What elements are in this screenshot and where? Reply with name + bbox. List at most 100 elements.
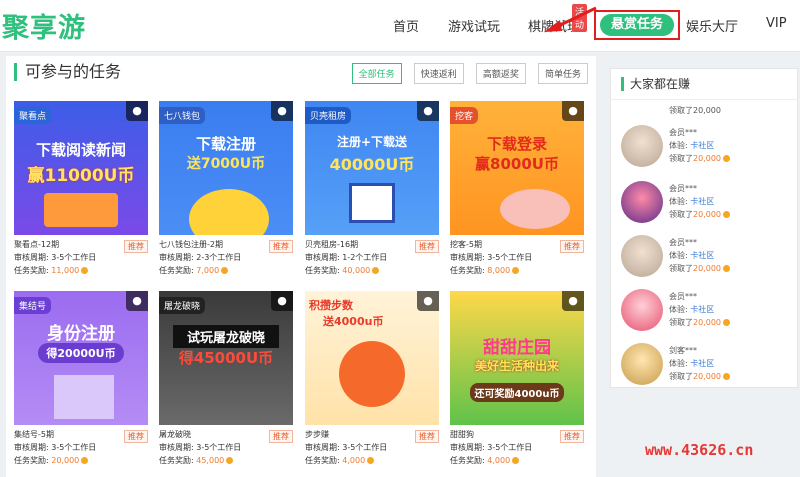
red-arrow-icon bbox=[544, 6, 597, 32]
card-headline-3: 还可奖励4000u币 bbox=[470, 383, 564, 402]
earning-feed: 大家都在赚 领取了20,000 会员*** 体验: 卡社区 领取了20,000 … bbox=[610, 68, 798, 388]
card-headline: 甜甜庄园 bbox=[483, 338, 551, 358]
recommend-badge: 推荐 bbox=[415, 240, 439, 253]
user-received: 领取了20,000 bbox=[669, 317, 730, 328]
nav-home[interactable]: 首页 bbox=[393, 16, 419, 35]
card-headline-2: 美好生活种出来 bbox=[474, 359, 559, 373]
task-card[interactable]: 聚看点 ● 下载阅读新闻 赢11000U币 聚看点-12期 推荐 审核周期: 3… bbox=[14, 101, 148, 277]
card-tag: 屠龙破晓 bbox=[159, 297, 206, 314]
task-thumbnail[interactable]: 贝壳租房 ● 注册+下载送 40000U币 bbox=[305, 101, 439, 235]
user-received: 领取了20,000 bbox=[669, 263, 730, 274]
user-name: 会员*** bbox=[669, 184, 697, 193]
wechat-icon: ● bbox=[417, 101, 439, 121]
nav-bounty-task[interactable]: 悬赏任务 bbox=[600, 14, 674, 36]
sidebar-title: 大家都在赚 bbox=[621, 77, 690, 91]
task-thumbnail[interactable]: 七八钱包 ● 下载注册 送7000U币 bbox=[159, 101, 293, 235]
wechat-icon: ● bbox=[126, 291, 148, 311]
nav-vip[interactable]: VIP bbox=[766, 16, 787, 31]
task-card[interactable]: 七八钱包 ● 下载注册 送7000U币 七八钱包注册-2期 推荐 审核周期: 2… bbox=[159, 101, 293, 277]
user-experience: 体验: 卡社区 bbox=[669, 305, 715, 314]
section-title: 可参与的任务 bbox=[14, 63, 121, 81]
card-headline: 积攒步数 bbox=[309, 299, 353, 312]
card-illustration bbox=[44, 193, 118, 227]
coin-icon bbox=[723, 373, 730, 380]
filter-all[interactable]: 全部任务 bbox=[351, 63, 402, 84]
coin-icon bbox=[81, 267, 89, 274]
task-meta: 集结号-5期 推荐 审核周期: 3-5个工作日 任务奖励: 20,000 bbox=[14, 428, 148, 467]
user-experience: 体验: 卡社区 bbox=[669, 141, 715, 150]
card-headline-2: 赢11000U币 bbox=[27, 166, 135, 186]
card-headline-2: 赢8000U币 bbox=[475, 155, 559, 173]
task-card[interactable]: 挖客 ● 下载登录 赢8000U币 挖客-5期 推荐 审核周期: 3-5个工作日… bbox=[450, 101, 584, 277]
piggy-bank-icon bbox=[500, 189, 570, 229]
wechat-icon: ● bbox=[271, 101, 293, 121]
avatar bbox=[621, 181, 663, 223]
avatar bbox=[621, 343, 663, 385]
user-received: 领取了20,000 bbox=[669, 153, 730, 164]
filter-fast-rebate[interactable]: 快速返利 bbox=[413, 63, 464, 84]
task-thumbnail[interactable]: 屠龙破晓 ● 试玩屠龙破晓 得45000U币 bbox=[159, 291, 293, 425]
nav-entertainment-hall[interactable]: 娱乐大厅 bbox=[686, 16, 738, 35]
site-logo[interactable]: 聚享游 bbox=[2, 6, 86, 45]
card-headline-2: 送7000U币 bbox=[186, 156, 266, 172]
task-card[interactable]: 贝壳租房 ● 注册+下载送 40000U币 贝壳租房-16期 推荐 审核周期: … bbox=[305, 101, 439, 277]
coin-icon bbox=[512, 267, 520, 274]
coin-icon bbox=[226, 457, 234, 464]
card-headline: 试玩屠龙破晓 bbox=[173, 325, 279, 348]
user-experience: 体验: 卡社区 bbox=[669, 197, 715, 206]
card-headline-2: 得45000U币 bbox=[178, 349, 274, 367]
card-headline: 下载登录 bbox=[486, 135, 547, 153]
wechat-icon: ● bbox=[562, 101, 584, 121]
card-tag: 聚看点 bbox=[14, 107, 52, 124]
task-reward: 任务奖励: 11,000 bbox=[14, 264, 148, 277]
feed-item: 会员*** 体验: 卡社区 领取了20,000 bbox=[621, 235, 791, 285]
card-headline: 身份注册 bbox=[47, 324, 115, 344]
site-watermark: www.43626.cn bbox=[645, 441, 754, 459]
task-meta: 屠龙破晓 推荐 审核周期: 3-5个工作日 任务奖励: 45,000 bbox=[159, 428, 293, 467]
task-card[interactable]: 屠龙破晓 ● 试玩屠龙破晓 得45000U币 屠龙破晓 推荐 审核周期: 3-5… bbox=[159, 291, 293, 467]
wechat-icon: ● bbox=[271, 291, 293, 311]
task-thumbnail[interactable]: 聚看点 ● 下载阅读新闻 赢11000U币 bbox=[14, 101, 148, 235]
task-thumbnail[interactable]: 集结号 ● 身份注册 得20000U币 bbox=[14, 291, 148, 425]
feed-item: 会员*** 体验: 卡社区 领取了20,000 bbox=[621, 125, 791, 175]
recommend-badge: 推荐 bbox=[269, 430, 293, 443]
user-experience: 体验: 卡社区 bbox=[669, 251, 715, 260]
filter-easy[interactable]: 简单任务 bbox=[537, 63, 588, 84]
feed-item: 剑客*** 体验: 卡社区 领取了20,000 bbox=[621, 343, 791, 387]
coin-icon bbox=[723, 319, 730, 326]
task-filters: 全部任务 快速返利 高额返奖 简单任务 bbox=[345, 62, 588, 84]
card-headline-2: 40000U币 bbox=[329, 155, 415, 174]
task-reward: 任务奖励: 8,000 bbox=[450, 264, 584, 277]
task-thumbnail[interactable]: ● 甜甜庄园 美好生活种出来 还可奖励4000u币 bbox=[450, 291, 584, 425]
task-card[interactable]: ● 积攒步数 送4000u币 步步赚 推荐 审核周期: 3-5个工作日 任务奖励… bbox=[305, 291, 439, 467]
recommend-badge: 推荐 bbox=[415, 430, 439, 443]
task-meta: 聚看点-12期 推荐 审核周期: 3-5个工作日 任务奖励: 11,000 bbox=[14, 238, 148, 277]
task-meta: 步步赚 推荐 审核周期: 3-5个工作日 任务奖励: 4,000 bbox=[305, 428, 439, 467]
task-thumbnail[interactable]: ● 积攒步数 送4000u币 bbox=[305, 291, 439, 425]
task-meta: 挖客-5期 推荐 审核周期: 3-5个工作日 任务奖励: 8,000 bbox=[450, 238, 584, 277]
task-card[interactable]: 集结号 ● 身份注册 得20000U币 集结号-5期 推荐 审核周期: 3-5个… bbox=[14, 291, 148, 467]
nav-game-trial[interactable]: 游戏试玩 bbox=[448, 16, 500, 35]
card-headline: 注册+下载送 bbox=[336, 135, 408, 149]
task-meta: 七八钱包注册-2期 推荐 审核周期: 2-3个工作日 任务奖励: 7,000 bbox=[159, 238, 293, 277]
task-meta: 甜甜狗 推荐 审核周期: 3-5个工作日 任务奖励: 4,000 bbox=[450, 428, 584, 467]
task-thumbnail[interactable]: 挖客 ● 下载登录 赢8000U币 bbox=[450, 101, 584, 235]
filter-high-reward[interactable]: 高额返奖 bbox=[475, 63, 526, 84]
task-card[interactable]: ● 甜甜庄园 美好生活种出来 还可奖励4000u币 甜甜狗 推荐 审核周期: 3… bbox=[450, 291, 584, 467]
wechat-icon: ● bbox=[126, 101, 148, 121]
task-reward: 任务奖励: 20,000 bbox=[14, 454, 148, 467]
coin-icon bbox=[723, 211, 730, 218]
card-headline-2: 得20000U币 bbox=[38, 343, 124, 363]
card-tag: 贝壳租房 bbox=[305, 107, 352, 124]
card-illustration bbox=[189, 189, 269, 235]
task-reward: 任务奖励: 45,000 bbox=[159, 454, 293, 467]
coin-icon bbox=[81, 457, 89, 464]
user-received: 领取了20,000 bbox=[669, 371, 730, 382]
card-tag: 挖客 bbox=[450, 107, 479, 124]
task-meta: 贝壳租房-16期 推荐 审核周期: 1-2个工作日 任务奖励: 40,000 bbox=[305, 238, 439, 277]
recommend-badge: 推荐 bbox=[124, 430, 148, 443]
card-headline: 下载注册 bbox=[195, 135, 256, 153]
coin-icon bbox=[367, 457, 375, 464]
coin-icon bbox=[372, 267, 380, 274]
qr-code-icon bbox=[349, 183, 395, 223]
